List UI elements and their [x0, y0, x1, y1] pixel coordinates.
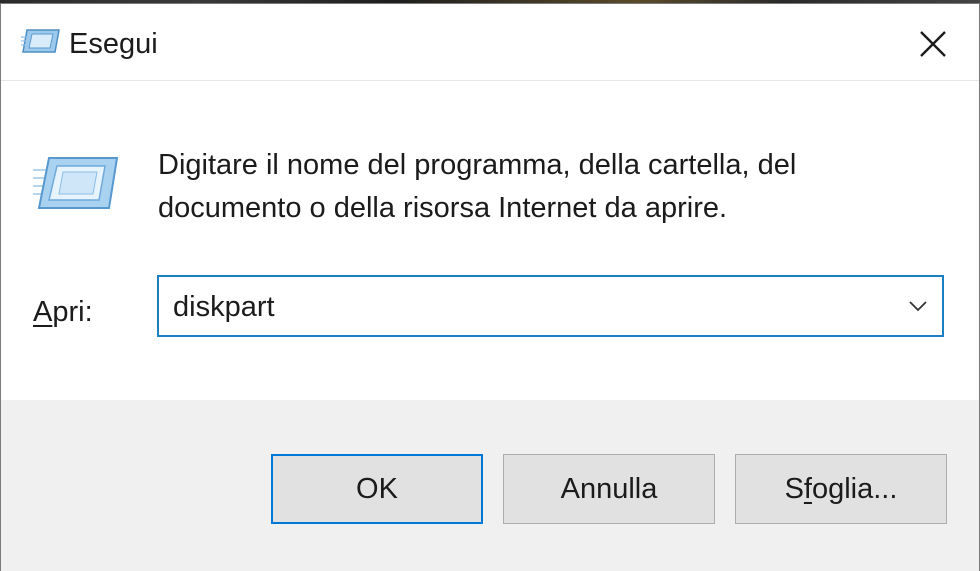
- open-combobox[interactable]: [157, 275, 944, 337]
- dropdown-button[interactable]: [900, 285, 936, 327]
- chevron-down-icon: [909, 301, 927, 312]
- close-button[interactable]: [901, 18, 965, 70]
- open-label-text: pri:: [52, 296, 93, 328]
- open-label-accelerator: A: [33, 296, 53, 328]
- run-icon: [33, 157, 119, 209]
- ok-button[interactable]: OK: [271, 454, 483, 524]
- browse-label-accelerator: f: [803, 472, 812, 505]
- browse-label-post: oglia...: [811, 472, 898, 505]
- open-input[interactable]: [173, 289, 873, 325]
- close-icon: [920, 31, 946, 57]
- dialog-description: Digitare il nome del programma, della ca…: [158, 149, 797, 224]
- browse-label-pre: S: [784, 472, 804, 505]
- button-bar: OK Annulla Sf oglia...: [1, 400, 979, 571]
- title-bar: Esegui: [1, 4, 979, 80]
- browse-button[interactable]: Sf oglia...: [735, 454, 947, 524]
- run-dialog: Esegui Digitare il nome del programma, d…: [0, 3, 980, 571]
- window-title: Esegui: [69, 28, 158, 60]
- cancel-button[interactable]: Annulla: [503, 454, 715, 524]
- run-icon: [21, 29, 60, 53]
- title-separator: [1, 80, 979, 81]
- open-label: Apri:: [33, 294, 93, 330]
